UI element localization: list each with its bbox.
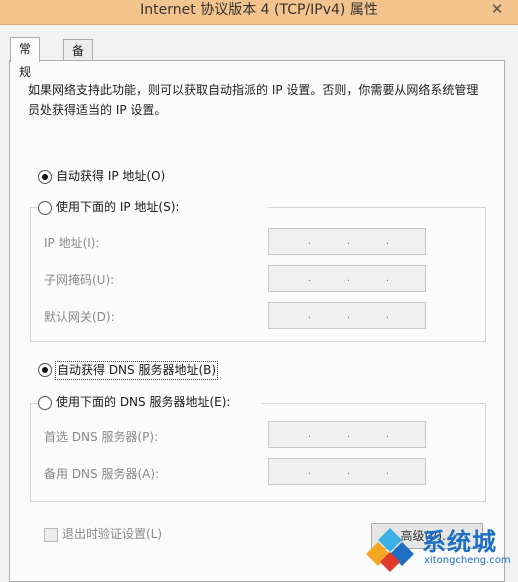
subnet-mask-label: 子网掩码(U): xyxy=(44,273,115,287)
ip-separator: . xyxy=(307,310,312,321)
watermark-url: xitongcheng.com xyxy=(424,555,511,566)
auto-dns-radio[interactable] xyxy=(38,363,52,377)
tab-general[interactable]: 常规 xyxy=(10,37,41,79)
subnet-mask-input[interactable]: . . . xyxy=(268,265,426,292)
ip-separator: . xyxy=(307,466,312,477)
ip-separator: . xyxy=(307,429,312,440)
close-button[interactable]: ✕ xyxy=(484,0,510,18)
alternate-dns-label: 备用 DNS 服务器(A): xyxy=(44,467,160,481)
tab-alternate-configuration[interactable]: 备用配置 xyxy=(63,39,94,124)
auto-ip-label: 自动获得 IP 地址(O) xyxy=(56,169,166,183)
windows-logo-icon xyxy=(366,528,414,572)
auto-ip-radio[interactable] xyxy=(38,170,52,184)
dns-groupbox xyxy=(30,403,486,502)
preferred-dns-label: 首选 DNS 服务器(P): xyxy=(44,430,159,444)
title-bar: Internet 协议版本 4 (TCP/IPv4) 属性 ✕ xyxy=(0,0,518,25)
auto-dns-label: 自动获得 DNS 服务器地址(B) xyxy=(55,361,219,380)
manual-dns-option[interactable]: 使用下面的 DNS 服务器地址(E): xyxy=(38,394,262,412)
validate-on-exit-label: 退出时验证设置(L) xyxy=(62,527,163,541)
ip-separator: . xyxy=(385,466,390,477)
manual-ip-label: 使用下面的 IP 地址(S): xyxy=(56,200,180,214)
ip-separator: . xyxy=(346,273,351,284)
manual-dns-radio[interactable] xyxy=(38,396,52,410)
manual-dns-label: 使用下面的 DNS 服务器地址(E): xyxy=(56,395,231,409)
ip-separator: . xyxy=(385,236,390,247)
ip-separator: . xyxy=(346,466,351,477)
manual-ip-option[interactable]: 使用下面的 IP 地址(S): xyxy=(38,199,268,217)
preferred-dns-input[interactable]: . . . xyxy=(268,421,426,448)
ip-separator: . xyxy=(307,273,312,284)
watermark-text: 系统城 xyxy=(422,528,497,556)
ip-separator: . xyxy=(346,236,351,247)
ip-address-label: IP 地址(I): xyxy=(44,236,100,250)
default-gateway-input[interactable]: . . . xyxy=(268,302,426,329)
alternate-dns-input[interactable]: . . . xyxy=(268,458,426,485)
ip-separator: . xyxy=(385,273,390,284)
default-gateway-label: 默认网关(D): xyxy=(44,310,115,324)
ip-separator: . xyxy=(346,429,351,440)
ip-separator: . xyxy=(307,236,312,247)
validate-on-exit-checkbox[interactable] xyxy=(44,528,58,542)
ip-separator: . xyxy=(346,310,351,321)
window-title: Internet 协议版本 4 (TCP/IPv4) 属性 xyxy=(140,2,378,18)
description-text: 如果网络支持此功能，则可以获取自动指派的 IP 设置。否则，你需要从网络系统管理… xyxy=(28,83,479,117)
ip-address-input[interactable]: . . . xyxy=(268,228,426,255)
ip-separator: . xyxy=(385,429,390,440)
site-watermark: 系统城 xitongcheng.com xyxy=(360,522,518,573)
ip-separator: . xyxy=(385,310,390,321)
manual-ip-radio[interactable] xyxy=(38,201,52,215)
